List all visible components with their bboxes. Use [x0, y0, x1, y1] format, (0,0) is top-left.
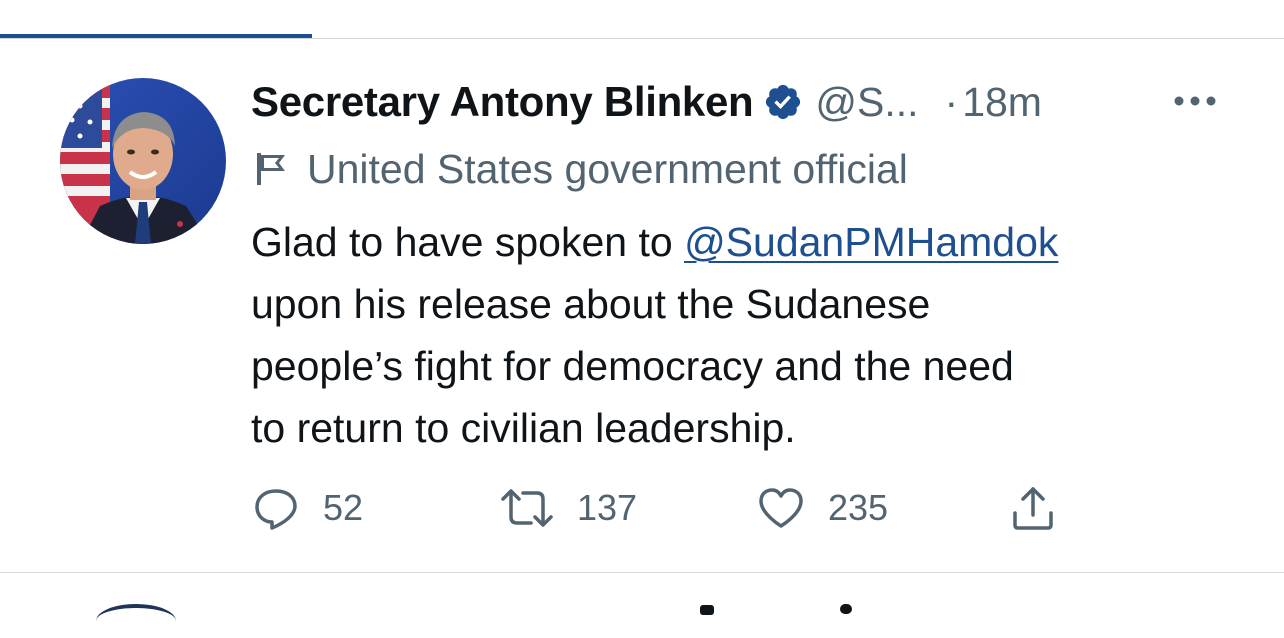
verified-badge-icon: [763, 82, 803, 122]
more-options-button[interactable]: [1170, 90, 1220, 112]
retweet-button[interactable]: 137: [499, 480, 637, 536]
mention-link[interactable]: @SudanPMHamdok: [684, 219, 1058, 265]
timestamp[interactable]: 18m: [962, 79, 1042, 126]
tweet-text-line: people’s fight for democracy and the nee…: [251, 343, 1014, 389]
tweet-text-segment: Glad to have spoken to: [251, 219, 685, 265]
reply-button[interactable]: 52: [251, 480, 363, 536]
tweet-header: Secretary Antony Blinken @S... · 18m: [251, 74, 1042, 130]
reply-count: 52: [323, 487, 364, 528]
reply-icon: [255, 489, 297, 530]
heart-icon: [759, 488, 803, 528]
government-label[interactable]: United States government official: [251, 141, 908, 197]
separator-dot: ·: [944, 78, 959, 125]
retweet-count: 137: [577, 487, 638, 528]
tweet-actions: 52 137 235: [251, 480, 1071, 536]
next-tweet-avatar-edge: [96, 604, 176, 638]
avatar[interactable]: [60, 78, 226, 244]
tweet-divider: [0, 572, 1284, 573]
display-name[interactable]: Secretary Antony Blinken: [251, 78, 754, 126]
handle[interactable]: @S...: [815, 79, 918, 126]
top-divider: [0, 38, 1284, 39]
label-text: United States government official: [307, 145, 908, 192]
share-button[interactable]: [1008, 480, 1058, 536]
tweet-text-line: upon his release about the Sudanese: [251, 281, 931, 327]
flag-icon: [251, 149, 291, 189]
next-tweet-text-edge: [700, 605, 714, 615]
like-count: 235: [828, 487, 889, 528]
tweet-text-line: Glad to have spoken to @SudanPMHamdok: [251, 211, 1241, 273]
avatar-photo: [60, 78, 226, 244]
more-horizontal-icon: [1174, 96, 1216, 106]
share-icon: [1013, 487, 1053, 530]
tweet-text-line: to return to civilian leadership.: [251, 405, 796, 451]
like-button[interactable]: 235: [756, 480, 888, 536]
next-tweet-text-edge: [840, 604, 852, 614]
tweet-text: Glad to have spoken to @SudanPMHamdok up…: [251, 211, 1241, 459]
retweet-icon: [501, 489, 553, 527]
